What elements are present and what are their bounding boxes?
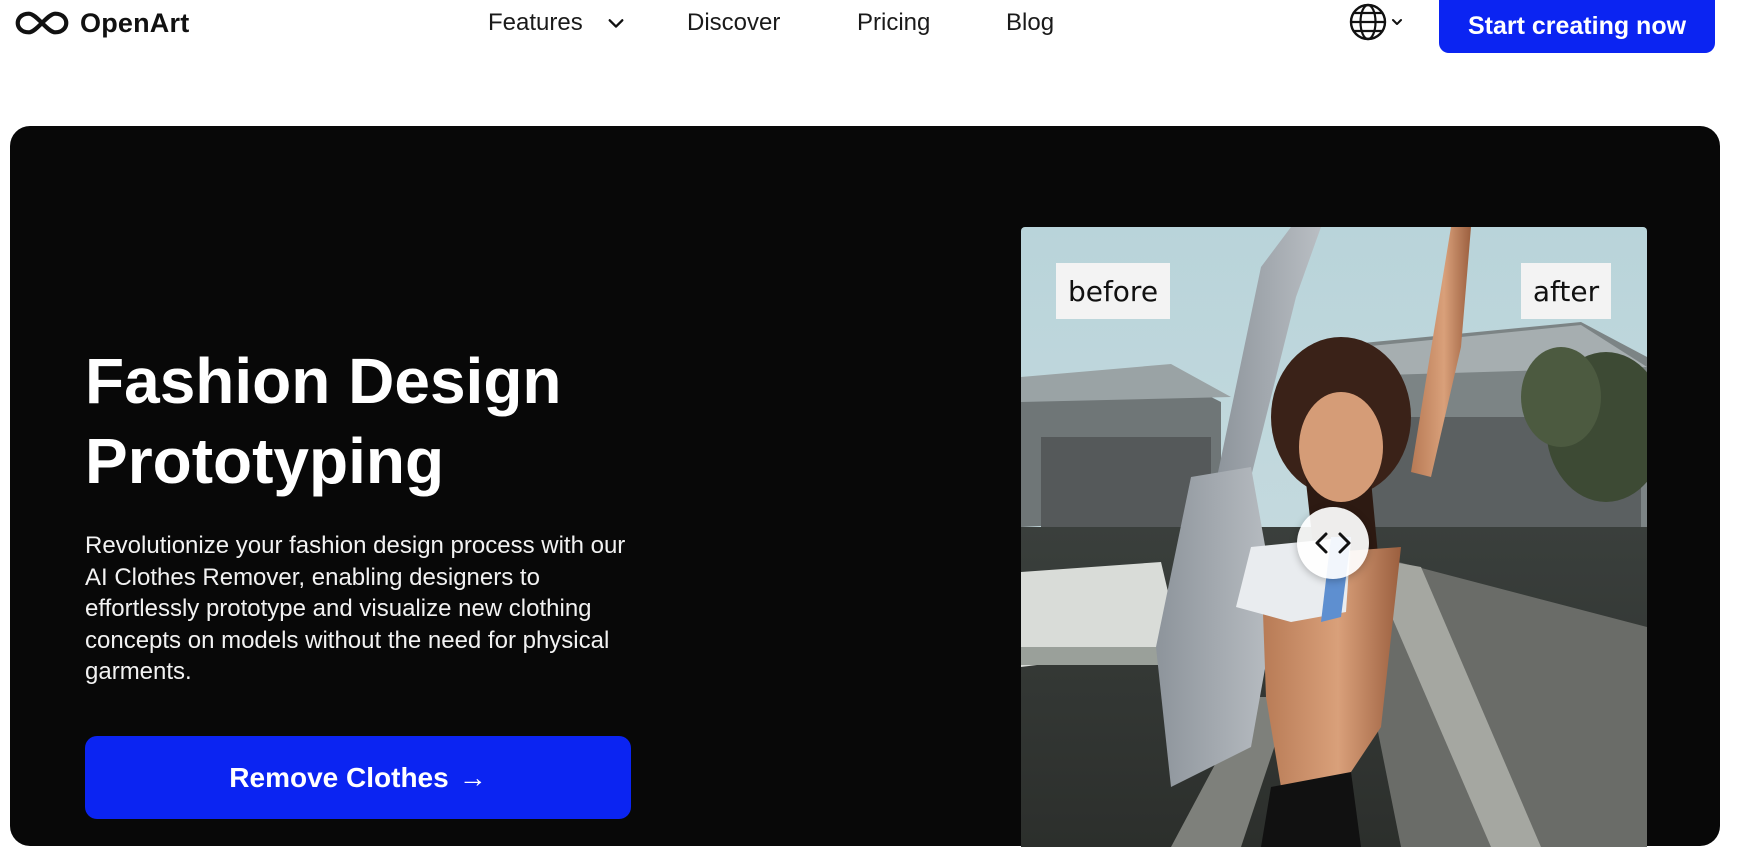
infinity-logo-icon xyxy=(15,11,69,35)
nav-pricing[interactable]: Pricing xyxy=(857,6,930,40)
globe-icon xyxy=(1349,3,1387,41)
hero-title-line1: Fashion Design xyxy=(85,345,562,417)
remove-clothes-label: Remove Clothes xyxy=(229,761,449,793)
nav-discover[interactable]: Discover xyxy=(687,6,780,40)
left-right-arrows-icon xyxy=(1315,532,1351,554)
hero-description: Revolutionize your fashion design proces… xyxy=(85,532,626,685)
arrow-right-icon: → xyxy=(458,761,487,793)
hero-title-line2: Prototyping xyxy=(85,425,445,497)
start-creating-button[interactable]: Start creating now xyxy=(1439,0,1715,53)
remove-clothes-button[interactable]: Remove Clothes → xyxy=(85,736,631,819)
nav-features-label: Features xyxy=(488,9,583,36)
brand-logo[interactable]: OpenArt xyxy=(14,6,189,40)
hero-title: Fashion Design Prototyping xyxy=(85,341,725,501)
after-label: after xyxy=(1521,263,1611,319)
nav-blog[interactable]: Blog xyxy=(1006,6,1054,40)
hero-section: Fashion Design Prototyping Revolutionize… xyxy=(10,126,1720,847)
before-label: before xyxy=(1056,263,1170,319)
before-after-comparer[interactable]: before after xyxy=(1021,227,1647,847)
chevron-down-icon xyxy=(1392,19,1402,25)
language-selector[interactable] xyxy=(1348,2,1404,42)
nav-features[interactable]: Features xyxy=(488,6,625,40)
comparer-slider-handle[interactable] xyxy=(1297,507,1369,579)
brand-name: OpenArt xyxy=(80,7,190,38)
chevron-down-icon xyxy=(608,19,624,28)
site-header: OpenArt Features Discover Pricing Blog S… xyxy=(0,0,1740,60)
